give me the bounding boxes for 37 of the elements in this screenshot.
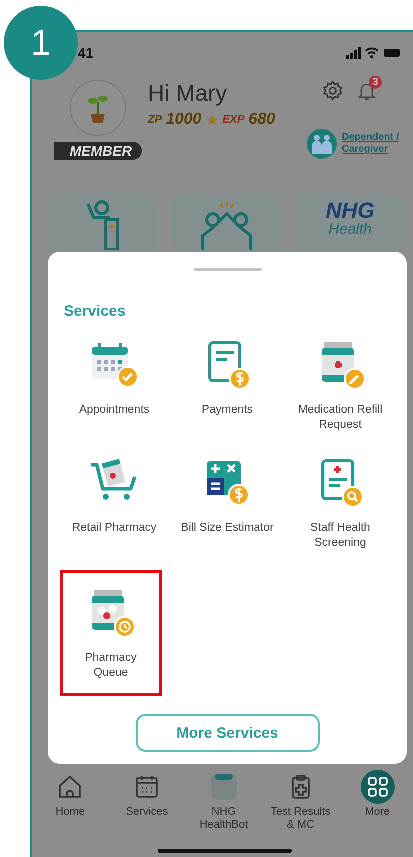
shortcut-card[interactable]: NHG Health [294,194,406,252]
service-tile[interactable]: Appointments [74,330,155,440]
highlighted-service-tile[interactable]: Pharmacy Queue [60,570,162,696]
service-tile[interactable]: Retail Pharmacy [67,448,162,558]
service-tile[interactable]: Medication Refill Request [288,330,394,440]
more-services-button[interactable]: More Services [136,714,320,752]
status-time: 41 [78,45,94,61]
points-value: 1000 [166,111,202,129]
exp-value: 680 [248,111,276,129]
sheet-title: Services [64,303,127,320]
people-high-five-icon [198,200,255,250]
drag-handle[interactable] [194,268,262,271]
nav-tab[interactable]: Test Results & MC [262,770,340,840]
step-number-badge: 1 [4,6,78,80]
star-icon [206,114,219,126]
logo-subtitle: Health [328,222,372,237]
logo-title: NHG [326,200,375,222]
family-icon [306,128,338,160]
service-tile[interactable]: Staff Health Screening [288,448,394,558]
nav-tab[interactable]: Home [32,770,109,840]
exp-label: EXP [222,114,245,126]
calendar-icon [134,774,160,800]
shortcut-card[interactable] [48,194,160,252]
notification-count: 3 [369,76,382,89]
dependent-caregiver-link[interactable]: Dependent / Caregiver [342,132,404,156]
nav-tab[interactable]: More [339,770,413,840]
nav-tab[interactable]: NHG HealthBot [186,770,262,840]
home-icon [57,774,84,800]
shortcut-card[interactable] [171,194,283,252]
status-icons [346,47,400,59]
service-tile[interactable]: Bill Size Estimator [176,448,279,558]
greeting: Hi Mary [148,80,228,107]
zp-label: ZP [148,114,162,126]
service-tile[interactable]: Payments [194,330,260,440]
settings-icon[interactable] [322,80,344,102]
nav-tab[interactable]: Services [108,770,186,840]
membership-badge: MEMBER [54,142,142,160]
